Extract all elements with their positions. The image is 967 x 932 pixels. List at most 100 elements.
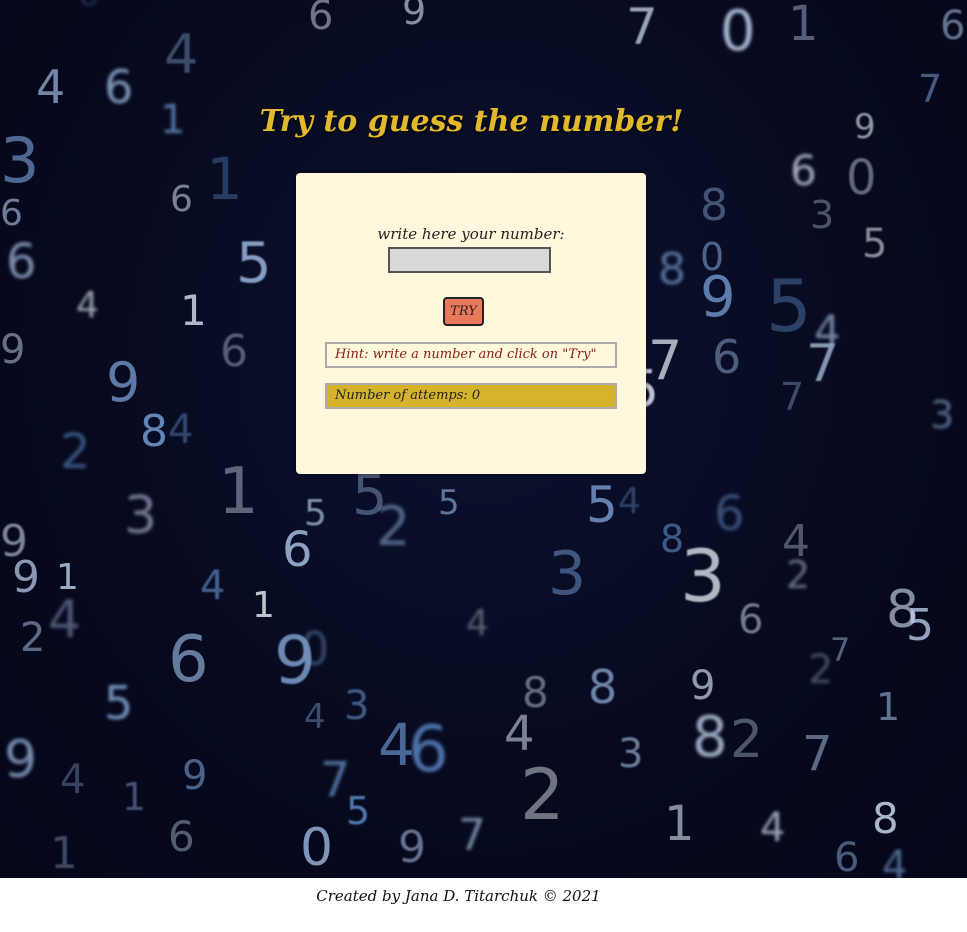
- background-digit: 9: [398, 822, 426, 873]
- footer: Created by Jana D. Titarchuk © 2021: [0, 878, 967, 932]
- background-digit: 8: [692, 705, 728, 770]
- background-digit: 3: [618, 731, 644, 777]
- background-digit: 7: [806, 334, 840, 394]
- background-digit: 5: [352, 463, 388, 528]
- background-digit: 6: [408, 713, 449, 787]
- background-digit: 9: [402, 0, 427, 33]
- background-digit: 1: [180, 286, 207, 335]
- background-digit: 7: [626, 0, 658, 56]
- background-digit: 5: [862, 221, 888, 267]
- background-digit: 9: [690, 663, 716, 709]
- background-digit: 0: [700, 235, 725, 279]
- hint-box: Hint: write a number and click on "Try": [325, 342, 617, 368]
- background-digit: 3: [810, 193, 835, 237]
- background-digit: 6: [6, 234, 37, 290]
- background-digit: 4: [466, 603, 489, 644]
- background-digit: 6: [170, 179, 193, 220]
- background-digit: 6: [790, 146, 817, 195]
- background-digit: 9: [106, 351, 141, 414]
- background-digit: 6: [168, 623, 209, 697]
- footer-credit: Created by Jana D. Titarchuk © 2021: [316, 887, 601, 905]
- background-digit: 2: [20, 615, 46, 661]
- background-digit: 8: [872, 794, 899, 843]
- background-digit: 1: [218, 455, 259, 529]
- background-digit: 9: [700, 265, 736, 330]
- background-digit: 5: [438, 483, 460, 523]
- background-digit: 7: [648, 329, 683, 392]
- background-digit: 6: [834, 835, 860, 878]
- background-digit: 9: [182, 753, 208, 799]
- background-digit: 3: [680, 534, 726, 618]
- background-digit: 3: [124, 486, 158, 546]
- background-digit: 9: [0, 327, 26, 373]
- background-digit: 6: [0, 193, 23, 234]
- background-digit: 4: [76, 285, 99, 326]
- background-digit: 8: [700, 180, 728, 231]
- background-digit: 8: [522, 668, 549, 717]
- background-digit: 4: [618, 481, 641, 522]
- background-digit: 3: [344, 683, 370, 729]
- background-digit: 1: [876, 685, 901, 729]
- background-digit: 2: [60, 424, 91, 480]
- background-digit: 6: [220, 326, 248, 377]
- background-digit: 8: [886, 580, 920, 640]
- background-digit: 8: [658, 244, 686, 295]
- number-input[interactable]: [388, 247, 551, 273]
- background-digit: 3: [930, 393, 955, 437]
- background-digit: 7: [320, 752, 351, 808]
- background-digit: 6: [940, 3, 966, 49]
- background-digit: 4: [378, 711, 415, 779]
- background-digit: 4: [504, 706, 535, 762]
- background-digit: 5: [104, 676, 134, 730]
- background-digit: 1: [788, 0, 819, 52]
- background-digit: 1: [50, 828, 78, 878]
- background-digit: 4: [760, 805, 786, 851]
- background-digit: 5: [766, 264, 812, 348]
- background-digit: 6: [738, 597, 764, 643]
- background-digit: 4: [782, 516, 810, 567]
- background-digit: 5: [346, 789, 371, 833]
- background-digit: 8: [140, 406, 168, 457]
- background-digit: 4: [882, 843, 908, 878]
- background-digit: 9: [4, 730, 38, 790]
- background-digit: 4: [168, 407, 194, 453]
- background-digit: 4: [60, 757, 86, 803]
- background-digit: 4: [164, 23, 199, 86]
- background-digit: 2: [520, 754, 565, 836]
- background-digit: 6: [168, 812, 195, 861]
- background-digit: 2: [730, 710, 764, 770]
- background-digit: 5: [236, 231, 272, 296]
- background-digit: 8: [80, 0, 98, 10]
- background-digit: 9: [274, 622, 316, 699]
- background-digit: 0: [846, 150, 877, 206]
- background-digit: 5: [304, 493, 327, 534]
- attempts-counter: Number of attemps: 0: [325, 383, 617, 409]
- background-digit: 7: [830, 631, 851, 669]
- game-panel: write here your number: TRY Hint: write …: [296, 173, 646, 474]
- background-digit: 6: [282, 522, 313, 578]
- background-digit: 1: [252, 585, 275, 626]
- background-digit: 0: [300, 818, 334, 878]
- background-digit: 9: [0, 516, 28, 567]
- background-digit: 6: [308, 0, 334, 39]
- background-digit: 6: [712, 330, 742, 384]
- background-digit: 7: [780, 375, 805, 419]
- background-digit: 2: [808, 647, 834, 693]
- background-digit: 8: [660, 517, 685, 561]
- try-button[interactable]: TRY: [443, 297, 484, 326]
- number-prompt-label: write here your number:: [377, 225, 565, 243]
- background-digit: 5: [906, 600, 934, 651]
- background-digit: 7: [458, 810, 486, 861]
- background-digit: 8: [588, 660, 618, 714]
- background-digit: 4: [200, 563, 226, 609]
- background-digit: 1: [664, 796, 695, 852]
- background-digit: 2: [376, 495, 411, 558]
- background-digit: 4: [304, 697, 326, 737]
- background-digit: 6: [714, 486, 745, 542]
- background-digit: 7: [802, 726, 833, 782]
- background-digit: 2: [786, 553, 811, 597]
- background-digit: 3: [548, 539, 587, 609]
- background-digit: 4: [814, 306, 841, 355]
- background-digit: 1: [122, 775, 147, 819]
- page-title: Try to guess the number!: [259, 104, 684, 139]
